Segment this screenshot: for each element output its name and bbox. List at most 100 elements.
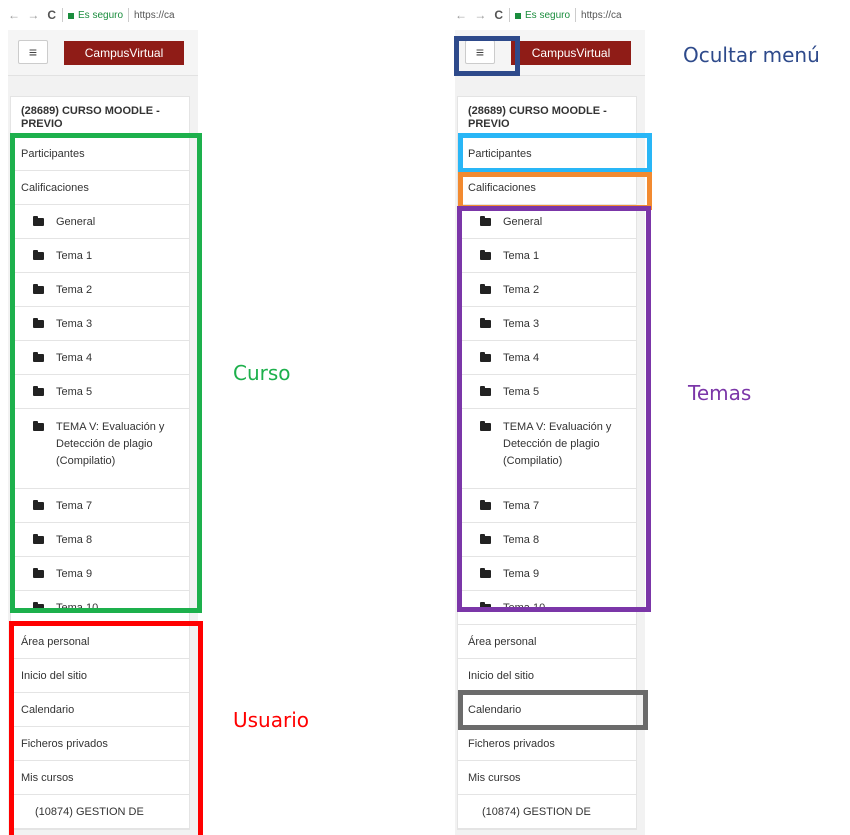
nav-course-gestion[interactable]: (10874) GESTION DE xyxy=(11,795,189,829)
topic-label: Tema 3 xyxy=(56,317,93,330)
topic-tema-v[interactable]: TEMA V: Evaluación y Detección de plagio… xyxy=(11,409,189,489)
nav-ficheros-privados[interactable]: Ficheros privados xyxy=(458,727,636,761)
folder-icon xyxy=(33,317,44,328)
topic-tema-7[interactable]: Tema 7 xyxy=(11,489,189,523)
folder-icon xyxy=(480,215,491,226)
topic-general[interactable]: General xyxy=(458,205,636,239)
topic-tema-10[interactable]: Tema 10 xyxy=(458,591,636,625)
topic-tema-v[interactable]: TEMA V: Evaluación y Detección de plagio… xyxy=(458,409,636,489)
reload-icon[interactable]: C xyxy=(494,8,503,22)
nav-participantes[interactable]: Participantes xyxy=(458,137,636,171)
folder-icon xyxy=(33,601,44,612)
nav-calificaciones[interactable]: Calificaciones xyxy=(11,171,189,205)
topic-label: Tema 9 xyxy=(56,567,93,580)
nav-area-personal[interactable]: Área personal xyxy=(458,625,636,659)
topic-label: Tema 10 xyxy=(503,601,546,614)
folder-icon xyxy=(33,567,44,578)
nav-inicio-sitio[interactable]: Inicio del sitio xyxy=(458,659,636,693)
topic-tema-3[interactable]: Tema 3 xyxy=(458,307,636,341)
topic-tema-9[interactable]: Tema 9 xyxy=(458,557,636,591)
top-navbar: ≡ CampusVirtual xyxy=(455,30,645,76)
topic-tema-5[interactable]: Tema 5 xyxy=(458,375,636,409)
nav-mis-cursos[interactable]: Mis cursos xyxy=(458,761,636,795)
url-field[interactable]: https://ca xyxy=(134,10,175,21)
topic-tema-2[interactable]: Tema 2 xyxy=(458,273,636,307)
divider xyxy=(62,8,64,22)
course-title[interactable]: (28689) CURSO MOODLE - PREVIO xyxy=(458,97,636,137)
folder-icon xyxy=(33,215,44,226)
topic-tema-8[interactable]: Tema 8 xyxy=(11,523,189,557)
hamburger-menu-button[interactable]: ≡ xyxy=(465,40,495,64)
topic-label: Tema 8 xyxy=(503,533,540,546)
topic-label: Tema 4 xyxy=(56,351,93,364)
topic-label: Tema 10 xyxy=(56,601,99,614)
topic-tema-1[interactable]: Tema 1 xyxy=(11,239,189,273)
nav-area-personal[interactable]: Área personal xyxy=(11,625,189,659)
topic-tema-1[interactable]: Tema 1 xyxy=(458,239,636,273)
folder-icon xyxy=(480,385,491,396)
topic-label: Tema 3 xyxy=(503,317,540,330)
topic-label: TEMA V: Evaluación y Detección de plagio… xyxy=(503,421,612,467)
nav-drawer: (28689) CURSO MOODLE - PREVIO Participan… xyxy=(455,76,645,835)
topic-tema-9[interactable]: Tema 9 xyxy=(11,557,189,591)
nav-mis-cursos[interactable]: Mis cursos xyxy=(11,761,189,795)
folder-icon xyxy=(33,351,44,362)
hamburger-menu-button[interactable]: ≡ xyxy=(18,40,48,64)
topic-label: Tema 2 xyxy=(503,283,540,296)
folder-icon xyxy=(480,601,491,612)
topic-label: Tema 7 xyxy=(56,499,93,512)
course-title[interactable]: (28689) CURSO MOODLE - PREVIO xyxy=(11,97,189,137)
topic-label: Tema 8 xyxy=(56,533,93,546)
topic-tema-3[interactable]: Tema 3 xyxy=(11,307,189,341)
brand-logo[interactable]: CampusVirtual xyxy=(64,41,184,65)
folder-icon xyxy=(33,533,44,544)
nav-calificaciones[interactable]: Calificaciones xyxy=(458,171,636,205)
folder-icon xyxy=(480,283,491,294)
reload-icon[interactable]: C xyxy=(47,8,56,22)
topic-tema-2[interactable]: Tema 2 xyxy=(11,273,189,307)
nav-drawer: (28689) CURSO MOODLE - PREVIO Participan… xyxy=(8,76,198,835)
topic-label: Tema 5 xyxy=(503,385,540,398)
topic-label: Tema 1 xyxy=(503,249,540,262)
secure-label: Es seguro xyxy=(78,9,124,21)
topic-label: Tema 5 xyxy=(56,385,93,398)
topic-label: General xyxy=(56,215,96,228)
topic-label: Tema 4 xyxy=(503,351,540,364)
brand-logo[interactable]: CampusVirtual xyxy=(511,41,631,65)
url-field[interactable]: https://ca xyxy=(581,10,622,21)
nav-participantes[interactable]: Participantes xyxy=(11,137,189,171)
topic-label: TEMA V: Evaluación y Detección de plagio… xyxy=(56,421,165,467)
folder-icon xyxy=(480,249,491,260)
folder-icon xyxy=(480,421,491,431)
back-forward-icon[interactable]: ← → xyxy=(455,8,488,22)
folder-icon xyxy=(480,499,491,510)
topic-general[interactable]: General xyxy=(11,205,189,239)
folder-icon xyxy=(480,351,491,362)
nav-calendario[interactable]: Calendario xyxy=(11,693,189,727)
folder-icon xyxy=(33,421,44,431)
folder-icon xyxy=(33,385,44,396)
annotation-curso: Curso xyxy=(233,361,291,385)
folder-icon xyxy=(33,499,44,510)
topic-tema-8[interactable]: Tema 8 xyxy=(458,523,636,557)
topic-label: Tema 2 xyxy=(56,283,93,296)
folder-icon xyxy=(480,317,491,328)
left-screenshot: ← → C Es seguro https://ca ≡ CampusVirtu… xyxy=(8,0,198,835)
back-forward-icon[interactable]: ← → xyxy=(8,8,41,22)
topic-tema-4[interactable]: Tema 4 xyxy=(11,341,189,375)
divider xyxy=(509,8,511,22)
topic-tema-7[interactable]: Tema 7 xyxy=(458,489,636,523)
divider xyxy=(575,8,577,22)
topic-label: General xyxy=(503,215,543,228)
course-nav-block: (28689) CURSO MOODLE - PREVIO Participan… xyxy=(10,96,190,626)
nav-calendario[interactable]: Calendario xyxy=(458,693,636,727)
topic-tema-4[interactable]: Tema 4 xyxy=(458,341,636,375)
nav-ficheros-privados[interactable]: Ficheros privados xyxy=(11,727,189,761)
annotation-ocultar-menu: Ocultar menú xyxy=(683,43,820,67)
topic-tema-5[interactable]: Tema 5 xyxy=(11,375,189,409)
topic-tema-10[interactable]: Tema 10 xyxy=(11,591,189,625)
nav-course-gestion[interactable]: (10874) GESTION DE xyxy=(458,795,636,829)
nav-inicio-sitio[interactable]: Inicio del sitio xyxy=(11,659,189,693)
course-nav-block: (28689) CURSO MOODLE - PREVIO Participan… xyxy=(457,96,637,626)
right-screenshot: ← → C Es seguro https://ca ≡ CampusVirtu… xyxy=(455,0,645,835)
